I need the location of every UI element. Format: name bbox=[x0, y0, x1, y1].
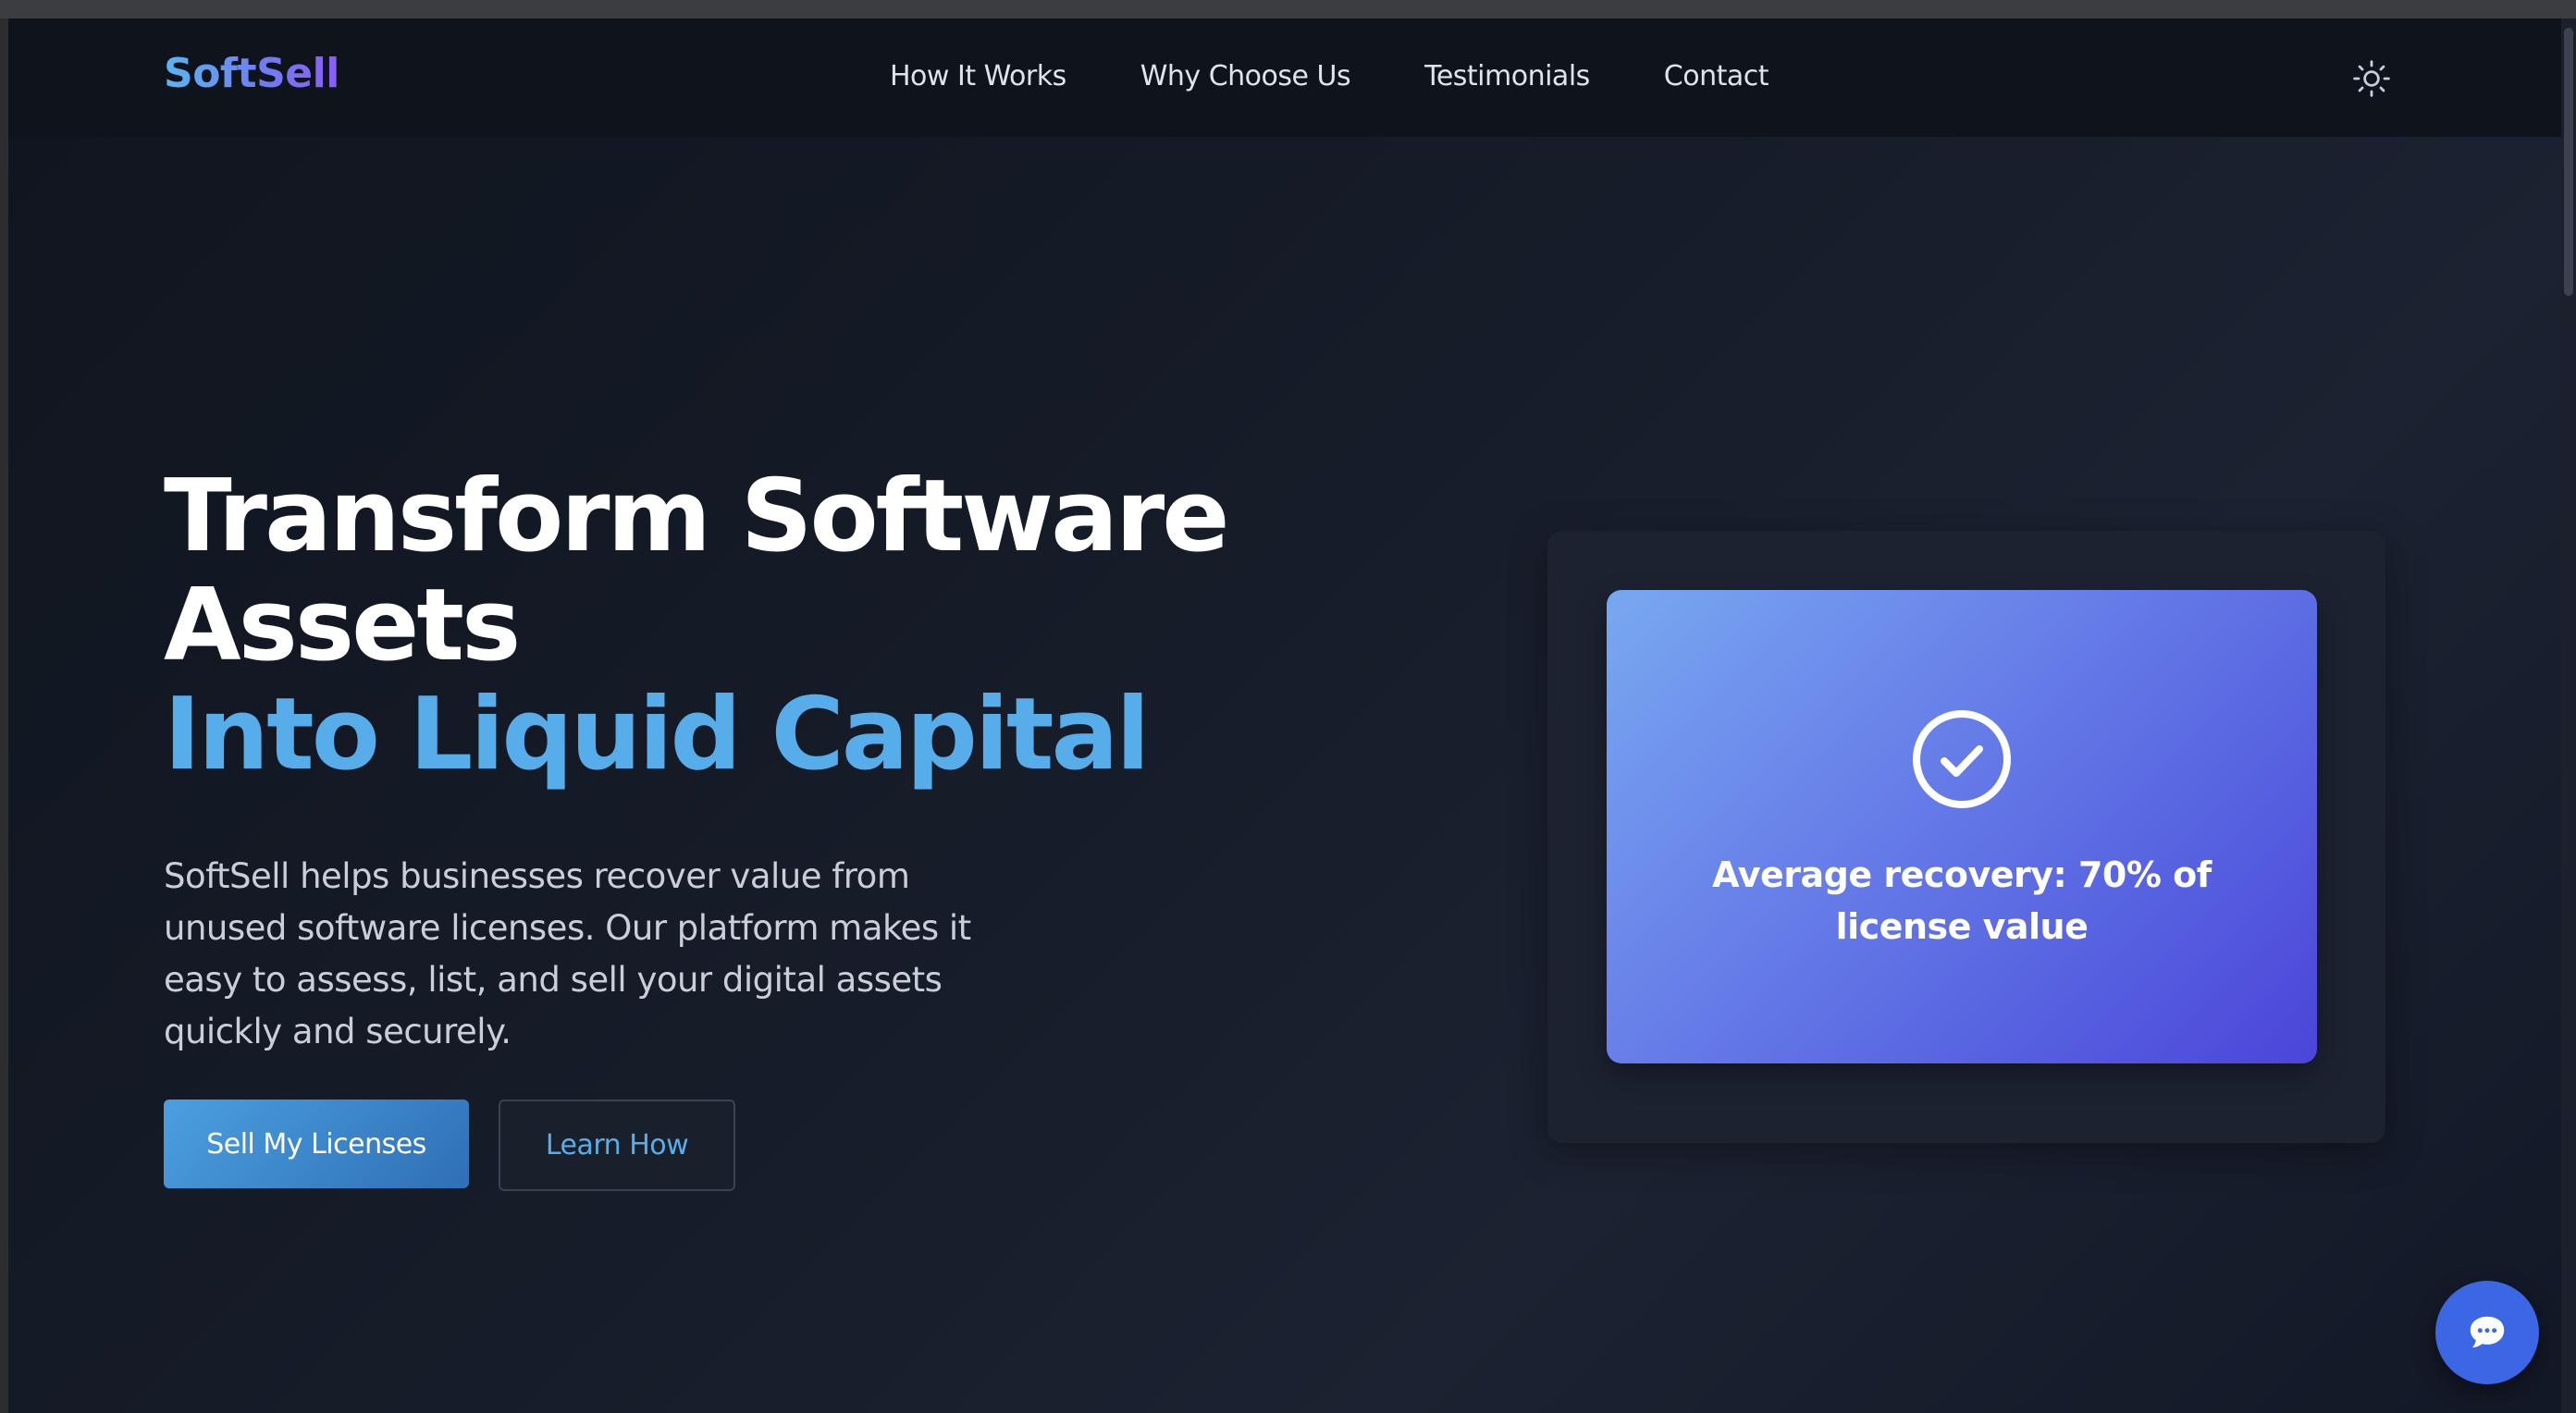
learn-how-button[interactable]: Learn How bbox=[499, 1100, 735, 1191]
hero-description: SoftSell helps businesses recover value … bbox=[164, 856, 971, 1051]
scrollbar-thumb[interactable] bbox=[2564, 28, 2573, 296]
window-left-edge bbox=[0, 18, 8, 1413]
nav-link-contact[interactable]: Contact bbox=[1664, 57, 1769, 96]
hero-title-accent: Into Liquid Capital bbox=[164, 677, 1150, 793]
chat-button[interactable] bbox=[2435, 1281, 2539, 1384]
sell-my-licenses-button[interactable]: Sell My Licenses bbox=[164, 1100, 469, 1188]
stat-card-container: Average recovery: 70% of license value bbox=[1547, 531, 2385, 1143]
hero-title: Transform Software Assets Into Liquid Ca… bbox=[164, 459, 1229, 793]
page-scrollbar[interactable] bbox=[2561, 18, 2576, 1413]
theme-toggle-button[interactable] bbox=[2350, 57, 2393, 100]
sun-icon bbox=[2353, 60, 2390, 97]
site-header: SoftSell How It Works Why Choose Us Test… bbox=[8, 18, 2561, 137]
nav-link-how-it-works[interactable]: How It Works bbox=[890, 57, 1066, 96]
main-nav: How It Works Why Choose Us Testimonials … bbox=[890, 57, 1769, 96]
nav-link-testimonials[interactable]: Testimonials bbox=[1424, 57, 1590, 96]
stat-card: Average recovery: 70% of license value bbox=[1607, 590, 2317, 1063]
brand-logo[interactable]: SoftSell bbox=[164, 46, 339, 102]
nav-link-why-choose-us[interactable]: Why Choose Us bbox=[1140, 57, 1351, 96]
stat-card-text: Average recovery: 70% of license value bbox=[1712, 854, 2212, 947]
hero-title-line-1: Transform Software bbox=[164, 459, 1229, 574]
check-circle-icon bbox=[1913, 710, 2011, 808]
hero-title-line-2: Assets bbox=[164, 568, 521, 683]
chat-bubble-icon bbox=[2470, 1316, 2505, 1348]
window-top-bar bbox=[0, 0, 2576, 18]
page-viewport: SoftSell How It Works Why Choose Us Test… bbox=[8, 18, 2561, 1413]
